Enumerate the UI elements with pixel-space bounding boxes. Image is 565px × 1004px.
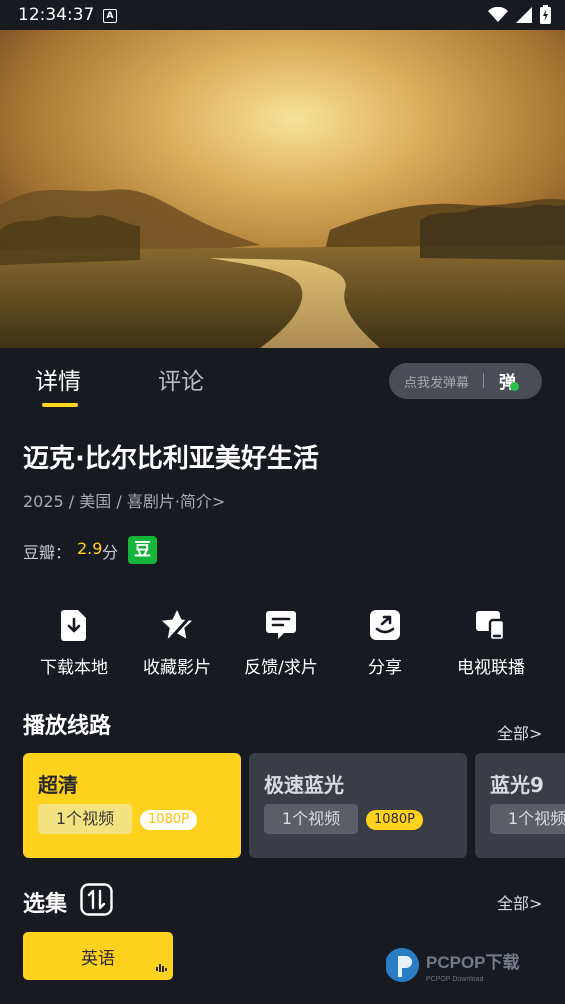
status-time: 12:34:37 <box>18 5 95 25</box>
playing-indicator-icon <box>156 964 167 972</box>
source-name: 极速蓝光 <box>264 773 344 797</box>
danmu-status-dot <box>510 382 519 391</box>
tab-comments[interactable]: 评论 <box>158 362 204 396</box>
sort-toggle-button[interactable] <box>80 883 113 920</box>
episode-label: 英语 <box>81 949 115 969</box>
episodes-more-link[interactable]: 全部> <box>497 890 542 914</box>
cellular-signal-icon <box>516 6 532 23</box>
source-quality-badge: 1080P <box>366 810 423 830</box>
douban-badge-icon[interactable]: 豆 <box>128 536 157 564</box>
share-icon <box>370 610 400 640</box>
source-card-jisulanguang[interactable]: 极速蓝光 1个视频 1080P <box>249 753 467 858</box>
pcpop-logo: PCPOP下载 PCPOP Download <box>384 948 520 983</box>
source-count: 1个视频 <box>490 804 565 834</box>
landscape-image <box>0 30 565 348</box>
source-card-chaoqing[interactable]: 超清 1个视频 1080P <box>23 753 241 858</box>
sources-more-link[interactable]: 全部> <box>497 720 542 744</box>
notification-badge-icon: A <box>103 9 117 23</box>
episodes-title: 选集 <box>23 892 68 917</box>
episode-item[interactable]: 英语 <box>23 932 173 980</box>
tv-cast-label: 电视联播 <box>457 658 525 678</box>
source-name: 超清 <box>38 773 78 797</box>
svg-text:PCPOP Download: PCPOP Download <box>426 976 484 983</box>
share-label: 分享 <box>368 658 402 678</box>
sources-title: 播放线路 <box>23 714 112 739</box>
danmu-placeholder: 点我发弹幕 <box>404 376 470 391</box>
danmu-divider <box>483 373 484 388</box>
douban-label: 豆瓣： <box>23 543 72 562</box>
sort-order-icon <box>80 883 113 916</box>
movie-title: 迈克·比尔比利亚美好生活 <box>23 444 319 474</box>
svg-text:PCPOP下载: PCPOP下载 <box>426 952 520 972</box>
source-count: 1个视频 <box>38 804 132 834</box>
douban-score: 2.9 <box>77 539 103 558</box>
source-count: 1个视频 <box>264 804 358 834</box>
favorite-button[interactable]: 收藏影片 <box>122 605 232 678</box>
source-name: 蓝光9 <box>490 773 544 797</box>
wifi-icon <box>488 6 508 22</box>
download-button[interactable]: 下载本地 <box>19 605 129 678</box>
feedback-button[interactable]: 反馈/求片 <box>226 605 336 678</box>
video-player-poster[interactable] <box>0 30 565 348</box>
tab-details[interactable]: 详情 <box>35 362 81 396</box>
feedback-label: 反馈/求片 <box>244 658 318 678</box>
source-card-languang9[interactable]: 蓝光9 1个视频 <box>475 753 565 858</box>
share-button[interactable]: 分享 <box>330 605 440 678</box>
download-icon <box>61 610 86 641</box>
active-tab-indicator <box>42 403 78 407</box>
tv-cast-icon <box>476 611 506 642</box>
download-label: 下载本地 <box>40 658 108 678</box>
movie-meta-link[interactable]: 2025 / 美国 / 喜剧片·简介> <box>23 488 225 512</box>
watermark: PCPOP下载 PCPOP Download <box>384 946 561 990</box>
source-quality-badge: 1080P <box>140 810 197 830</box>
feedback-icon <box>266 611 296 639</box>
douban-score-unit: 分 <box>102 543 119 562</box>
tv-cast-button[interactable]: 电视联播 <box>436 605 546 678</box>
battery-charging-icon <box>540 5 551 24</box>
favorite-label: 收藏影片 <box>143 658 211 678</box>
status-icons <box>488 5 551 24</box>
star-icon <box>162 610 192 641</box>
